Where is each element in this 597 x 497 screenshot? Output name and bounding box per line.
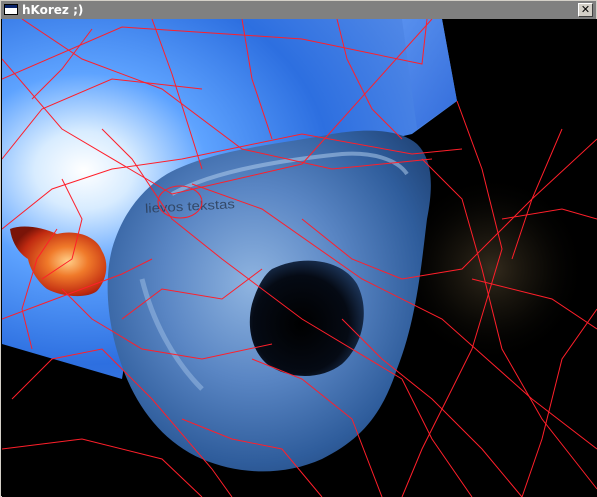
app-window: hKorez ;) ✕ lievos tekstas xyxy=(0,0,597,497)
window-title: hKorez ;) xyxy=(22,3,84,17)
title-bar[interactable]: hKorez ;) ✕ xyxy=(1,1,596,19)
torus-hole xyxy=(249,260,364,377)
close-button[interactable]: ✕ xyxy=(578,3,593,17)
render-viewport[interactable]: lievos tekstas xyxy=(2,19,597,497)
app-window-icon xyxy=(4,4,18,15)
scene-canvas: lievos tekstas xyxy=(2,19,597,497)
